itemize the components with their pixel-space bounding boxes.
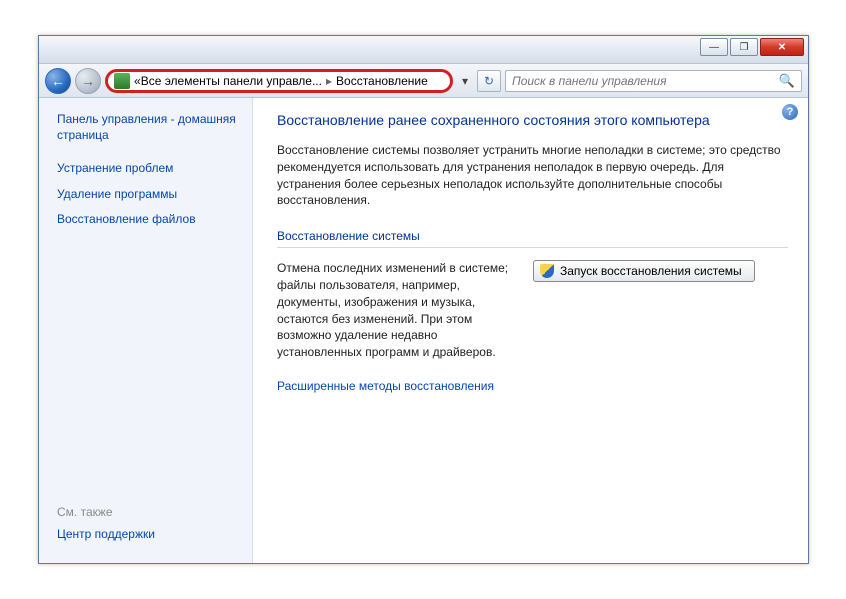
start-system-restore-button[interactable]: Запуск восстановления системы xyxy=(533,260,755,282)
page-title: Восстановление ранее сохраненного состоя… xyxy=(277,112,788,128)
sidebar-link-troubleshoot[interactable]: Устранение проблем xyxy=(57,161,242,177)
advanced-recovery-link[interactable]: Расширенные методы восстановления xyxy=(277,379,494,393)
control-panel-icon xyxy=(114,73,130,89)
close-button[interactable]: ✕ xyxy=(760,38,804,56)
back-button[interactable]: ← xyxy=(45,68,71,94)
sidebar-link-file-recovery[interactable]: Восстановление файлов xyxy=(57,212,242,228)
breadcrumb-seg-all-items[interactable]: Все элементы панели управле... xyxy=(141,74,322,88)
refresh-button[interactable]: ↻ xyxy=(477,70,501,92)
sidebar-link-home[interactable]: Панель управления - домашняя страница xyxy=(57,112,242,143)
see-also-label: См. также xyxy=(57,505,242,519)
chevron-right-icon: ▸ xyxy=(326,74,332,88)
uac-shield-icon xyxy=(540,264,554,278)
body: Панель управления - домашняя страница Ус… xyxy=(39,98,808,563)
sidebar-link-uninstall[interactable]: Удаление программы xyxy=(57,187,242,203)
breadcrumb-seg-recovery[interactable]: Восстановление xyxy=(336,74,428,88)
minimize-button[interactable]: — xyxy=(700,38,728,56)
search-input[interactable] xyxy=(512,74,779,88)
restore-description: Отмена последних изменений в системе; фа… xyxy=(277,260,513,361)
sidebar: Панель управления - домашняя страница Ус… xyxy=(39,98,253,563)
restore-button-label: Запуск восстановления системы xyxy=(560,264,742,278)
restore-row: Отмена последних изменений в системе; фа… xyxy=(277,260,788,361)
search-box[interactable]: 🔍 xyxy=(505,70,802,92)
navigation-bar: ← → « Все элементы панели управле... ▸ В… xyxy=(39,64,808,98)
control-panel-window: — ❐ ✕ ← → « Все элементы панели управле.… xyxy=(38,35,809,564)
main-content: ? Восстановление ранее сохраненного сост… xyxy=(253,98,808,563)
help-icon[interactable]: ? xyxy=(782,104,798,120)
breadcrumb[interactable]: « Все элементы панели управле... ▸ Восст… xyxy=(105,69,453,93)
page-description: Восстановление системы позволяет устрани… xyxy=(277,142,788,209)
maximize-button[interactable]: ❐ xyxy=(730,38,758,56)
forward-button[interactable]: → xyxy=(75,68,101,94)
breadcrumb-chevrons: « xyxy=(134,74,141,88)
search-icon[interactable]: 🔍 xyxy=(779,73,795,89)
titlebar: — ❐ ✕ xyxy=(39,36,808,64)
section-title-system-restore: Восстановление системы xyxy=(277,229,788,248)
address-dropdown[interactable]: ▾ xyxy=(457,74,473,88)
sidebar-link-action-center[interactable]: Центр поддержки xyxy=(57,527,242,543)
